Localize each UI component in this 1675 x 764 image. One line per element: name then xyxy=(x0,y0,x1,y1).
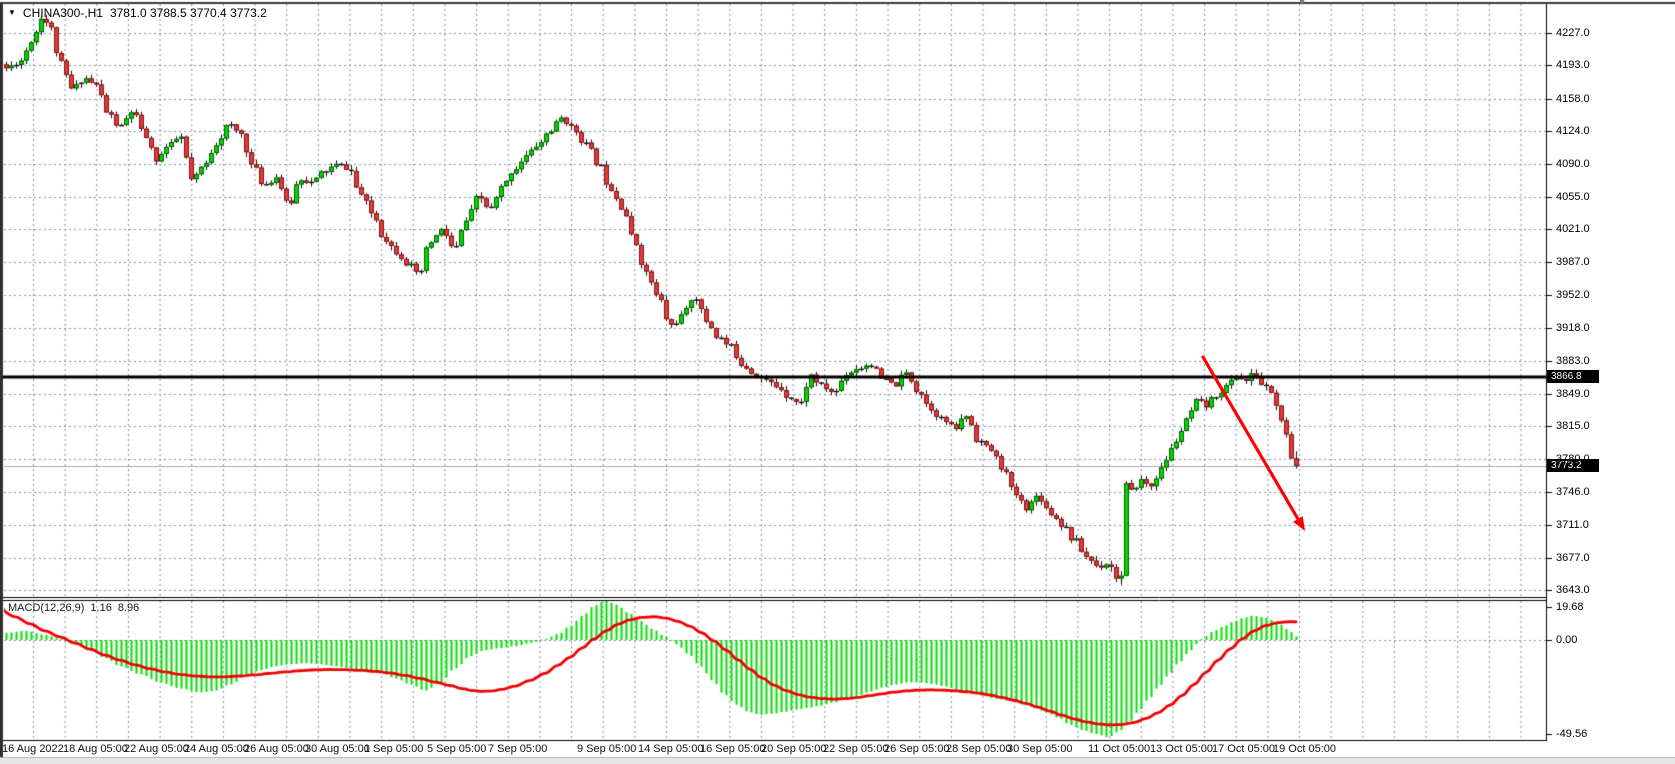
price-axis-label: 3711.0 xyxy=(1556,519,1589,531)
price-chart-canvas[interactable] xyxy=(0,0,1675,764)
ohlc-values: 3781.0 3788.5 3770.4 3773.2 xyxy=(110,6,267,20)
chart-title: ▼ CHINA300-,H1 3781.0 3788.5 3770.4 3773… xyxy=(8,6,267,20)
price-axis-label: 4227.0 xyxy=(1556,27,1590,39)
time-axis-label: 24 Aug 05:00 xyxy=(184,743,249,755)
time-axis-label: 9 Sep 05:00 xyxy=(577,743,636,755)
time-axis-label: 1 Sep 05:00 xyxy=(364,743,423,755)
price-axis-label: 3780.0 xyxy=(1556,453,1590,465)
time-axis-label: 20 Sep 05:00 xyxy=(761,743,826,755)
time-axis-label: 26 Aug 05:00 xyxy=(244,743,309,755)
price-axis-label: 3677.0 xyxy=(1556,552,1590,564)
time-axis-label: 5 Sep 05:00 xyxy=(427,743,486,755)
symbol-period-label: CHINA300-,H1 xyxy=(23,6,103,20)
macd-axis-label: 19.68 xyxy=(1556,601,1584,613)
time-axis-label: 7 Sep 05:00 xyxy=(488,743,547,755)
price-axis-label: 3643.0 xyxy=(1556,584,1590,596)
time-axis-label: 19 Oct 05:00 xyxy=(1273,743,1336,755)
price-axis-label: 3883.0 xyxy=(1556,355,1590,367)
macd-axis-label: 0.00 xyxy=(1556,634,1577,646)
time-axis-label: 26 Sep 05:00 xyxy=(884,743,949,755)
macd-axis-label: -49.56 xyxy=(1556,728,1587,740)
macd-name: MACD(12,26,9) xyxy=(8,602,84,614)
price-axis-label: 4055.0 xyxy=(1556,191,1590,203)
time-axis-label: 30 Aug 05:00 xyxy=(305,743,370,755)
time-axis-label: 13 Oct 05:00 xyxy=(1150,743,1213,755)
price-axis-label: 3952.0 xyxy=(1556,289,1590,301)
price-axis-label: 3918.0 xyxy=(1556,322,1590,334)
time-axis-label: 30 Sep 05:00 xyxy=(1007,743,1072,755)
price-axis-label: 4090.0 xyxy=(1556,158,1590,170)
price-axis-label: 3849.0 xyxy=(1556,388,1590,400)
time-axis-label: 28 Sep 05:00 xyxy=(946,743,1011,755)
price-axis-label: 4021.0 xyxy=(1556,223,1590,235)
macd-main-value: 1.16 xyxy=(90,602,111,614)
scroll-shift-marker-icon: ▼ xyxy=(1297,0,1307,8)
time-axis-label: 18 Aug 05:00 xyxy=(63,743,128,755)
time-axis-label: 16 Aug 2022 xyxy=(2,743,64,755)
time-axis-label: 16 Sep 05:00 xyxy=(700,743,765,755)
price-axis-label: 3987.0 xyxy=(1556,256,1590,268)
time-axis-label: 14 Sep 05:00 xyxy=(638,743,703,755)
symbol-dropdown-icon[interactable]: ▼ xyxy=(8,9,16,17)
macd-indicator-label: MACD(12,26,9) 1.16 8.96 xyxy=(8,602,139,614)
price-axis-label: 3746.0 xyxy=(1556,486,1590,498)
mt4-chart-window: ▼ CHINA300-,H1 3781.0 3788.5 3770.4 3773… xyxy=(0,0,1675,764)
time-axis-label: 17 Oct 05:00 xyxy=(1212,743,1275,755)
time-axis-label: 22 Aug 05:00 xyxy=(124,743,189,755)
time-axis-label: 22 Sep 05:00 xyxy=(823,743,888,755)
price-axis-label: 4124.0 xyxy=(1556,125,1590,137)
hline-price-badge: 3866.8 xyxy=(1547,370,1599,383)
price-axis-label: 4158.0 xyxy=(1556,93,1590,105)
price-axis-label: 3815.0 xyxy=(1556,420,1590,432)
price-axis-label: 4193.0 xyxy=(1556,59,1590,71)
time-axis-label: 11 Oct 05:00 xyxy=(1088,743,1150,755)
macd-signal-value: 8.96 xyxy=(118,602,139,614)
